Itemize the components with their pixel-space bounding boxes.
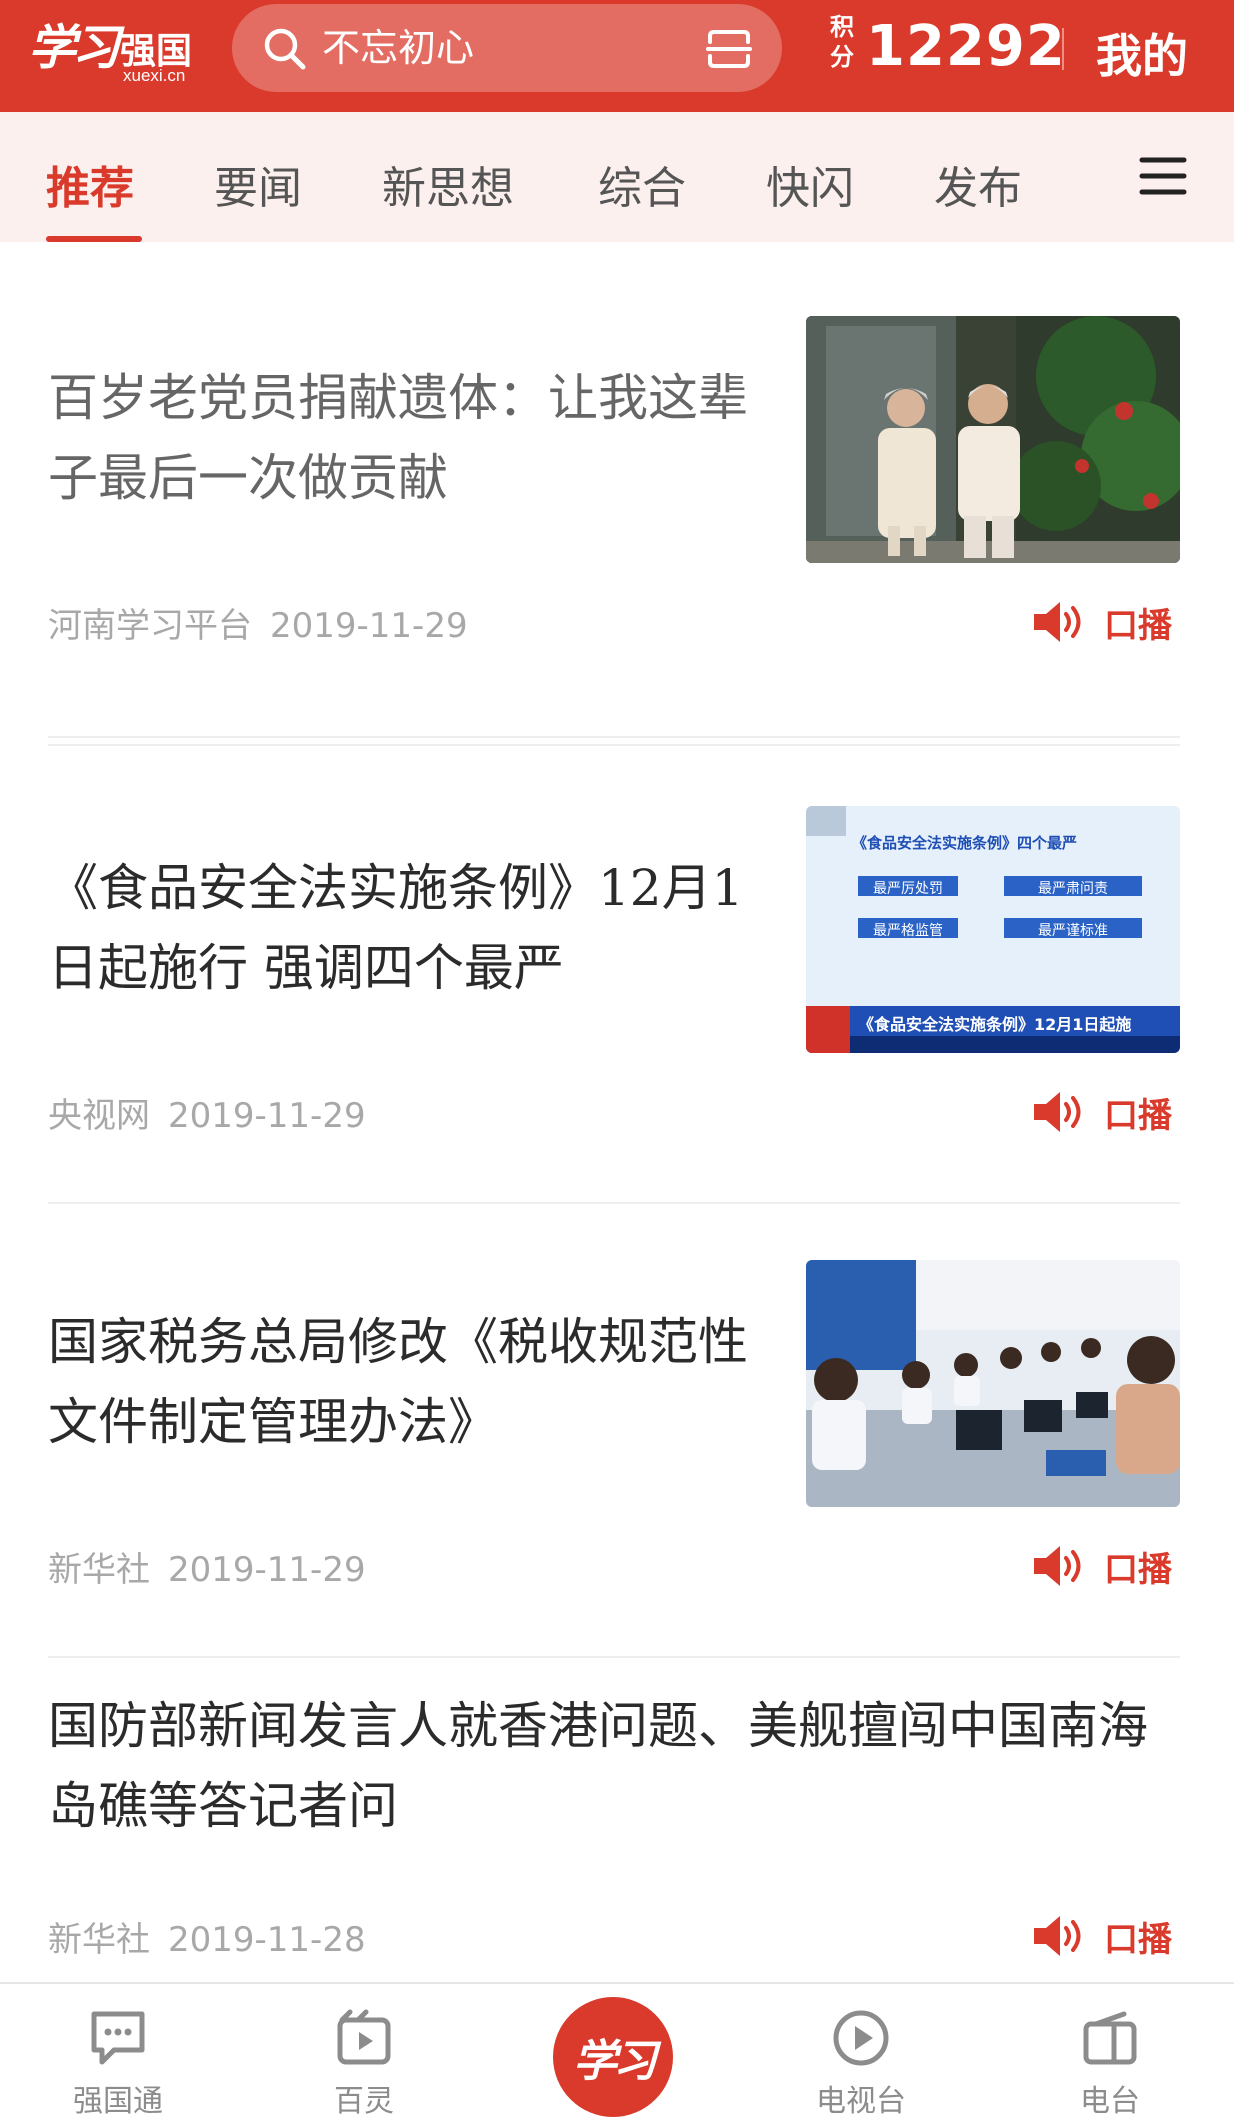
tv-graphic-heading: 《食品安全法实施条例》四个最严 [852, 834, 1078, 852]
nav-label: 百灵 [334, 2084, 394, 2119]
play-icon [833, 2010, 889, 2066]
news-meta: 央视网 2019-11-29 [48, 1088, 384, 1137]
search-bar[interactable] [232, 4, 782, 92]
news-meta: 河南学习平台 2019-11-29 [48, 598, 486, 647]
elderly-couple-photo-icon [806, 316, 1180, 563]
news-title[interactable]: 《食品安全法实施条例》12月1日起施行 强调四个最严 [48, 848, 754, 1008]
bottom-nav: 强国通 百灵 学习 电视台 电台 [0, 1982, 1234, 2123]
broadcast-label: 口播 [1104, 1550, 1172, 1590]
mine-button[interactable]: 我的 [1096, 20, 1188, 86]
news-title[interactable]: 国家税务总局修改《税收规范性文件制定管理办法》 [48, 1302, 754, 1462]
scan-icon[interactable] [706, 28, 752, 70]
news-date: 2019-11-29 [168, 1096, 366, 1136]
news-thumbnail[interactable] [806, 316, 1180, 563]
nav-item-chat[interactable]: 强国通 [38, 1984, 198, 2123]
speaker-icon [1034, 1092, 1081, 1132]
tv-graphic-ticker: 《食品安全法实施条例》12月1日起施 [858, 1015, 1132, 1034]
news-date: 2019-11-29 [270, 606, 468, 646]
feed-divider [48, 744, 1180, 746]
radio-icon [1083, 2011, 1137, 2065]
study-center-icon: 学习 [573, 2036, 657, 2087]
tab-headlines[interactable]: 要闻 [214, 152, 302, 216]
broadcast-label: 口播 [1104, 1096, 1172, 1136]
feed-divider [48, 1656, 1180, 1658]
news-source: 新华社 [48, 1920, 150, 1960]
nav-label: 电视台 [816, 2084, 906, 2119]
top-header: 学习 强国 xuexi.cn 积分 12292 我的 [0, 0, 1234, 112]
logo-script-text: 学习 [28, 20, 120, 76]
nav-item-short-video[interactable]: 百灵 [284, 1984, 444, 2123]
news-meta: 新华社 2019-11-28 [48, 1912, 384, 1961]
speaker-icon [1034, 1546, 1081, 1586]
tv-graphic-box: 最严肃问责 [1038, 881, 1108, 897]
news-date: 2019-11-28 [168, 1920, 366, 1960]
tax-service-hall-photo-icon [806, 1260, 1180, 1507]
nav-item-study-center[interactable]: 学习 [553, 1997, 673, 2117]
tab-recommend[interactable]: 推荐 [46, 152, 134, 216]
broadcast-button[interactable]: 口播 [1032, 1086, 1192, 1138]
app-logo: 学习 强国 xuexi.cn [28, 8, 198, 94]
news-thumbnail[interactable]: 《食品安全法实施条例》四个最严 最严厉处罚 最严肃问责 最严格监管 最严谨标准 … [806, 806, 1180, 1053]
news-title[interactable]: 百岁老党员捐献遗体：让我这辈子最后一次做贡献 [48, 358, 754, 518]
news-meta: 新华社 2019-11-29 [48, 1542, 384, 1591]
broadcast-label: 口播 [1104, 1920, 1172, 1960]
feed-divider [48, 736, 1180, 738]
tab-flash[interactable]: 快闪 [766, 152, 854, 216]
points-label: 积分 [830, 13, 854, 71]
header-divider [1062, 28, 1064, 70]
broadcast-label: 口播 [1104, 606, 1172, 646]
logo-domain-text: xuexi.cn [123, 66, 186, 85]
nav-label: 强国通 [73, 2084, 163, 2119]
tv-graphic-box: 最严厉处罚 [873, 881, 943, 897]
menu-icon[interactable] [1138, 154, 1188, 198]
tab-general[interactable]: 综合 [598, 152, 686, 216]
news-title[interactable]: 国防部新闻发言人就香港问题、美舰擅闯中国南海岛礁等答记者问 [48, 1686, 1188, 1846]
news-source: 新华社 [48, 1550, 150, 1590]
nav-item-tv[interactable]: 电视台 [781, 1984, 941, 2123]
speaker-icon [1034, 1916, 1081, 1956]
search-icon [264, 28, 306, 70]
tv-graphic-box: 最严谨标准 [1038, 923, 1108, 939]
tab-overflow-fade [1100, 112, 1134, 242]
nav-label: 电台 [1080, 2084, 1140, 2119]
channel-tab-bar: 推荐 要闻 新思想 综合 快闪 发布 [0, 112, 1234, 242]
chat-icon [91, 2011, 145, 2065]
broadcast-button[interactable]: 口播 [1032, 596, 1192, 648]
tab-release[interactable]: 发布 [934, 152, 1022, 216]
tv-graphic-box: 最严格监管 [873, 923, 943, 939]
news-source: 央视网 [48, 1096, 150, 1136]
feed-divider [48, 1202, 1180, 1204]
tab-new-thought[interactable]: 新思想 [382, 152, 514, 216]
points-value[interactable]: 12292 [866, 14, 1066, 79]
speaker-icon [1034, 602, 1081, 642]
nav-item-radio[interactable]: 电台 [1030, 1984, 1190, 2123]
broadcast-button[interactable]: 口播 [1032, 1540, 1192, 1592]
news-thumbnail[interactable] [806, 1260, 1180, 1507]
search-input[interactable] [322, 22, 682, 74]
active-tab-indicator [46, 236, 142, 242]
short-video-icon [337, 2009, 391, 2065]
news-date: 2019-11-29 [168, 1550, 366, 1590]
news-source: 河南学习平台 [48, 606, 252, 646]
broadcast-button[interactable]: 口播 [1032, 1910, 1192, 1962]
